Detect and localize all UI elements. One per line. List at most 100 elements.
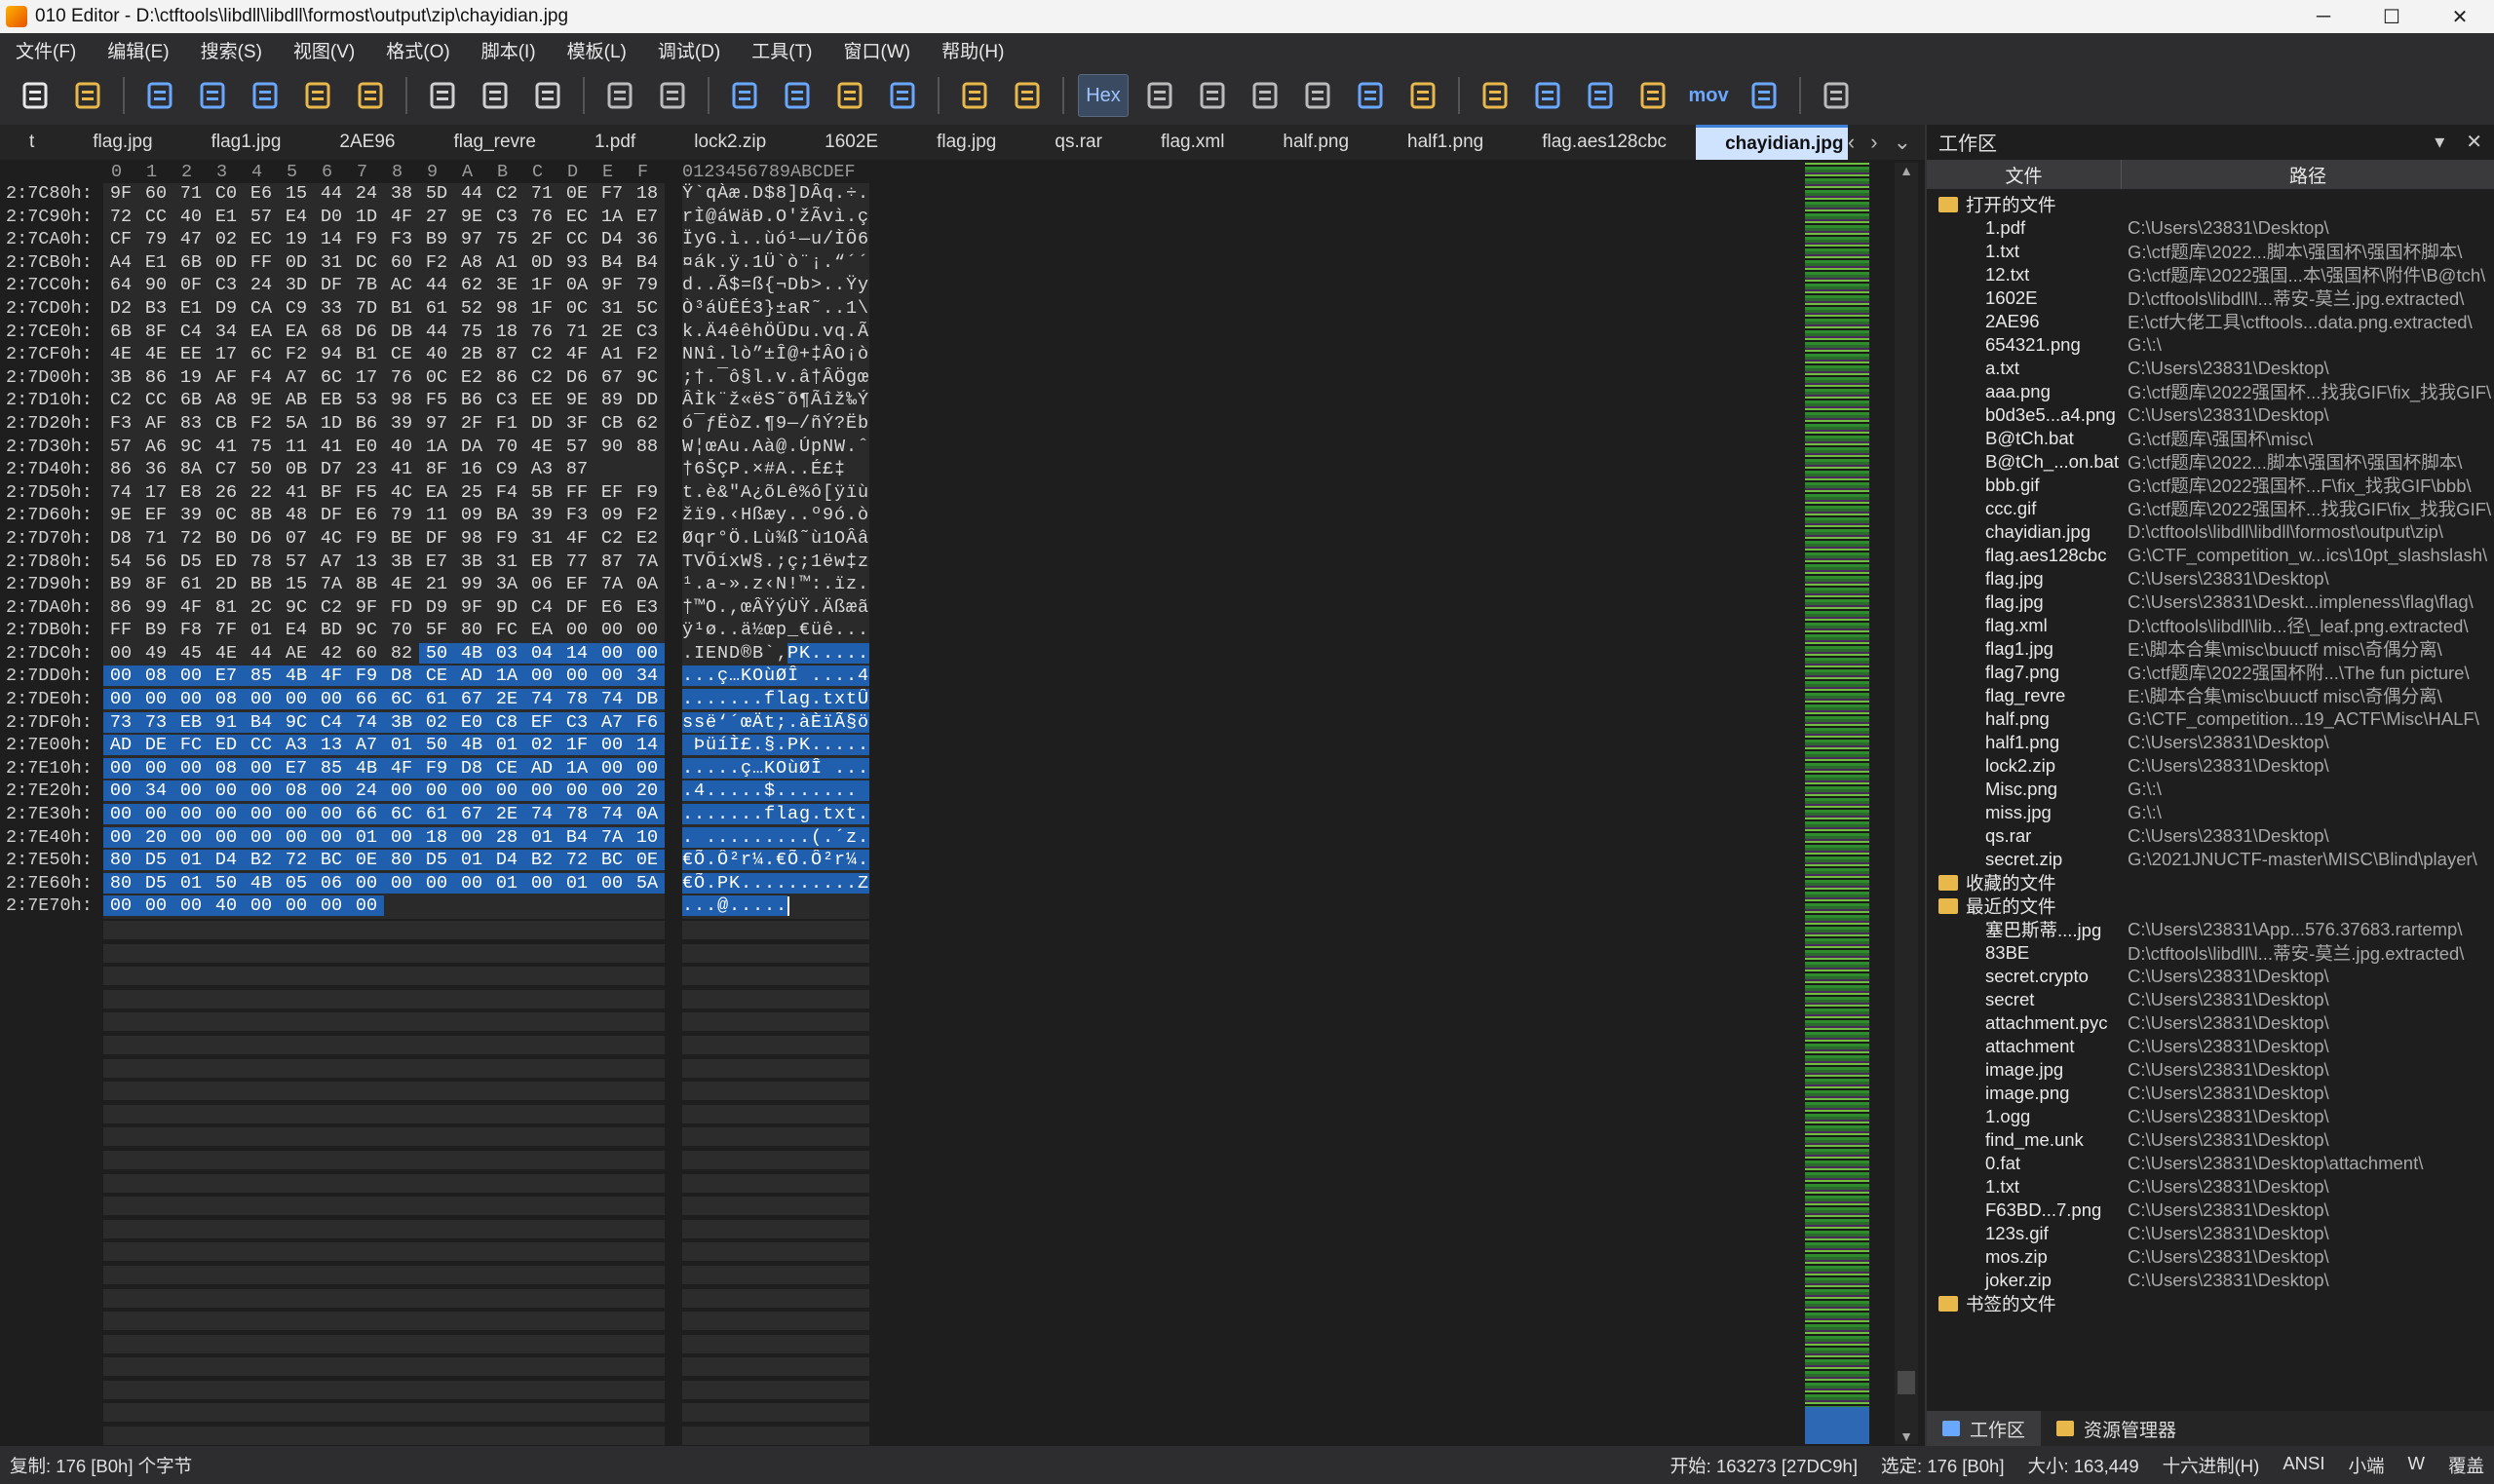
hex-byte[interactable]: 16: [454, 459, 489, 479]
hex-byte[interactable]: 00: [244, 757, 279, 779]
hex-byte[interactable]: 00: [279, 895, 314, 917]
file-list-item[interactable]: 1602E D:\ctftools\libdll\l...蒂安-莫兰.jpg.ex…: [1927, 286, 2494, 310]
file-list-item[interactable]: Misc.png G:\:\: [1927, 778, 2494, 801]
menu-format[interactable]: 格式(O): [370, 37, 465, 63]
file-list-item[interactable]: image.jpg C:\Users\23831\Desktop\: [1927, 1058, 2494, 1082]
hex-byte[interactable]: 0E: [349, 850, 384, 871]
hex-byte[interactable]: EB: [173, 711, 209, 733]
hex-byte[interactable]: 00: [454, 872, 489, 894]
hex-byte[interactable]: 70: [489, 437, 524, 457]
hex-byte[interactable]: 75: [454, 322, 489, 342]
hex-bytes[interactable]: 3B 86 19 AF F4 A7 6C 17 76 0C E2 86 C2 D6 67 9C: [103, 366, 665, 391]
hex-byte[interactable]: D8: [103, 528, 138, 549]
hex-byte[interactable]: 0D: [279, 252, 314, 273]
menu-view[interactable]: 视图(V): [278, 37, 370, 63]
hex-byte[interactable]: 06: [524, 574, 559, 594]
file-overview-strip[interactable]: [1805, 163, 1869, 1444]
hex-byte[interactable]: 5C: [630, 298, 665, 319]
hex-byte[interactable]: 39: [524, 505, 559, 525]
tab-file[interactable]: 2AE96: [310, 125, 424, 160]
hex-byte[interactable]: 72: [103, 207, 138, 227]
hex-byte[interactable]: D6: [349, 322, 384, 342]
hex-byte[interactable]: 26: [209, 482, 244, 503]
file-list-item[interactable]: flag7.png G:\ctf题库\2022强国杯附...\The fun pi…: [1927, 661, 2494, 684]
hex-byte[interactable]: 00: [489, 780, 524, 802]
hex-byte[interactable]: 62: [454, 275, 489, 295]
hex-byte[interactable]: F9: [630, 482, 665, 503]
menu-debug[interactable]: 调试(D): [642, 37, 736, 63]
hex-byte[interactable]: 4E: [384, 574, 419, 594]
hex-byte[interactable]: 8A: [173, 459, 209, 479]
file-list-item[interactable]: secret.crypto C:\Users\23831\Desktop\: [1927, 965, 2494, 988]
hex-byte[interactable]: 3A: [489, 574, 524, 594]
hex-byte[interactable]: F2: [279, 344, 314, 364]
arrow-right-icon[interactable]: [881, 74, 924, 117]
hex-byte[interactable]: B9: [103, 574, 138, 594]
ascii-text[interactable]: ÏyG.ì..ùó¹—u/ÌÔ6: [682, 229, 869, 252]
hex-byte[interactable]: 5D: [419, 183, 454, 204]
hex-byte[interactable]: 9E: [559, 390, 595, 410]
ascii-text[interactable]: ...ç…KOùØÎ­....4: [682, 666, 869, 690]
hex-byte[interactable]: 00: [314, 780, 349, 802]
hex-byte[interactable]: E0: [349, 437, 384, 457]
hex-byte[interactable]: 00: [103, 804, 138, 825]
hex-byte[interactable]: F5: [349, 482, 384, 503]
hex-byte[interactable]: 77: [559, 552, 595, 572]
hex-byte[interactable]: 07: [279, 528, 314, 549]
hex-byte[interactable]: F9: [419, 757, 454, 779]
hex-vertical-scrollbar[interactable]: ▲ ▼: [1895, 163, 1918, 1444]
ascii-text[interactable]: . .........(.´z.: [682, 826, 869, 851]
hex-byte[interactable]: F5: [419, 390, 454, 410]
hex-byte[interactable]: 00: [524, 780, 559, 802]
ascii-text[interactable]: ssë‘´œÄt;.àÈïÃ§ö: [682, 711, 869, 736]
hex-byte[interactable]: AB: [279, 390, 314, 410]
hex-byte[interactable]: 61: [419, 689, 454, 710]
hex-bytes[interactable]: 57 A6 9C 41 75 11 41 E0 40 1A DA 70 4E 57 90 88: [103, 436, 665, 460]
hex-byte[interactable]: D5: [138, 850, 173, 871]
inspector-icon[interactable]: [1401, 74, 1444, 117]
histogram-icon[interactable]: [1526, 74, 1569, 117]
ascii-text[interactable]: †™O.,œÂŸýÙŸ.Äßæã: [682, 596, 869, 621]
hex-byte[interactable]: 19: [173, 367, 209, 388]
hex-byte[interactable]: 4C: [384, 482, 419, 503]
hex-byte[interactable]: 54: [103, 552, 138, 572]
hex-byte[interactable]: 8F: [138, 322, 173, 342]
hex-byte[interactable]: 20: [138, 826, 173, 848]
scroll-up-icon[interactable]: ▲: [1895, 163, 1918, 178]
hex-byte[interactable]: 15: [279, 183, 314, 204]
hex-byte[interactable]: E6: [349, 505, 384, 525]
hex-byte[interactable]: E2: [630, 528, 665, 549]
hex-byte[interactable]: C3: [489, 390, 524, 410]
hex-byte[interactable]: 60: [138, 183, 173, 204]
hex-byte[interactable]: E1: [209, 207, 244, 227]
hex-byte[interactable]: 7F: [209, 620, 244, 640]
hex-byte[interactable]: EE: [173, 344, 209, 364]
menu-tools[interactable]: 工具(T): [736, 37, 827, 63]
hex-byte[interactable]: CB: [595, 413, 630, 434]
hex-byte[interactable]: 09: [595, 505, 630, 525]
ascii-text[interactable]: ;†.¯ô§l.v.â†ÂÖgœ: [682, 366, 869, 391]
column-header-path[interactable]: 路径: [2122, 160, 2494, 189]
hex-byte[interactable]: 00: [524, 872, 559, 894]
file-list-item[interactable]: 0.fat C:\Users\23831\Desktop\attachment\: [1927, 1152, 2494, 1175]
hex-byte[interactable]: 9E: [454, 207, 489, 227]
hex-byte[interactable]: 00: [209, 804, 244, 825]
hex-byte[interactable]: 0C: [419, 367, 454, 388]
hex-byte[interactable]: D8: [454, 757, 489, 779]
hex-byte[interactable]: 28: [489, 826, 524, 848]
maximize-button[interactable]: ☐: [2358, 0, 2426, 33]
hex-byte[interactable]: FF: [244, 252, 279, 273]
hex-byte[interactable]: C7: [209, 459, 244, 479]
hex-byte[interactable]: 00: [173, 804, 209, 825]
hex-byte[interactable]: 8F: [138, 574, 173, 594]
hex-byte[interactable]: 01: [384, 735, 419, 756]
hex-byte[interactable]: 00: [595, 620, 630, 640]
hex-byte[interactable]: 00: [138, 895, 173, 917]
hex-byte[interactable]: C2: [595, 528, 630, 549]
hex-byte[interactable]: A8: [454, 252, 489, 273]
hex-byte[interactable]: E0: [454, 711, 489, 733]
hex-byte[interactable]: 00: [595, 757, 630, 779]
file-list-item[interactable]: flag.xml D:\ctftools\libdll\lib...径\_leaf…: [1927, 614, 2494, 637]
hex-bytes[interactable]: 4E 4E EE 17 6C F2 94 B1 CE 40 2B 87 C2 4F A1 F2: [103, 344, 665, 367]
hex-byte[interactable]: E7: [419, 552, 454, 572]
